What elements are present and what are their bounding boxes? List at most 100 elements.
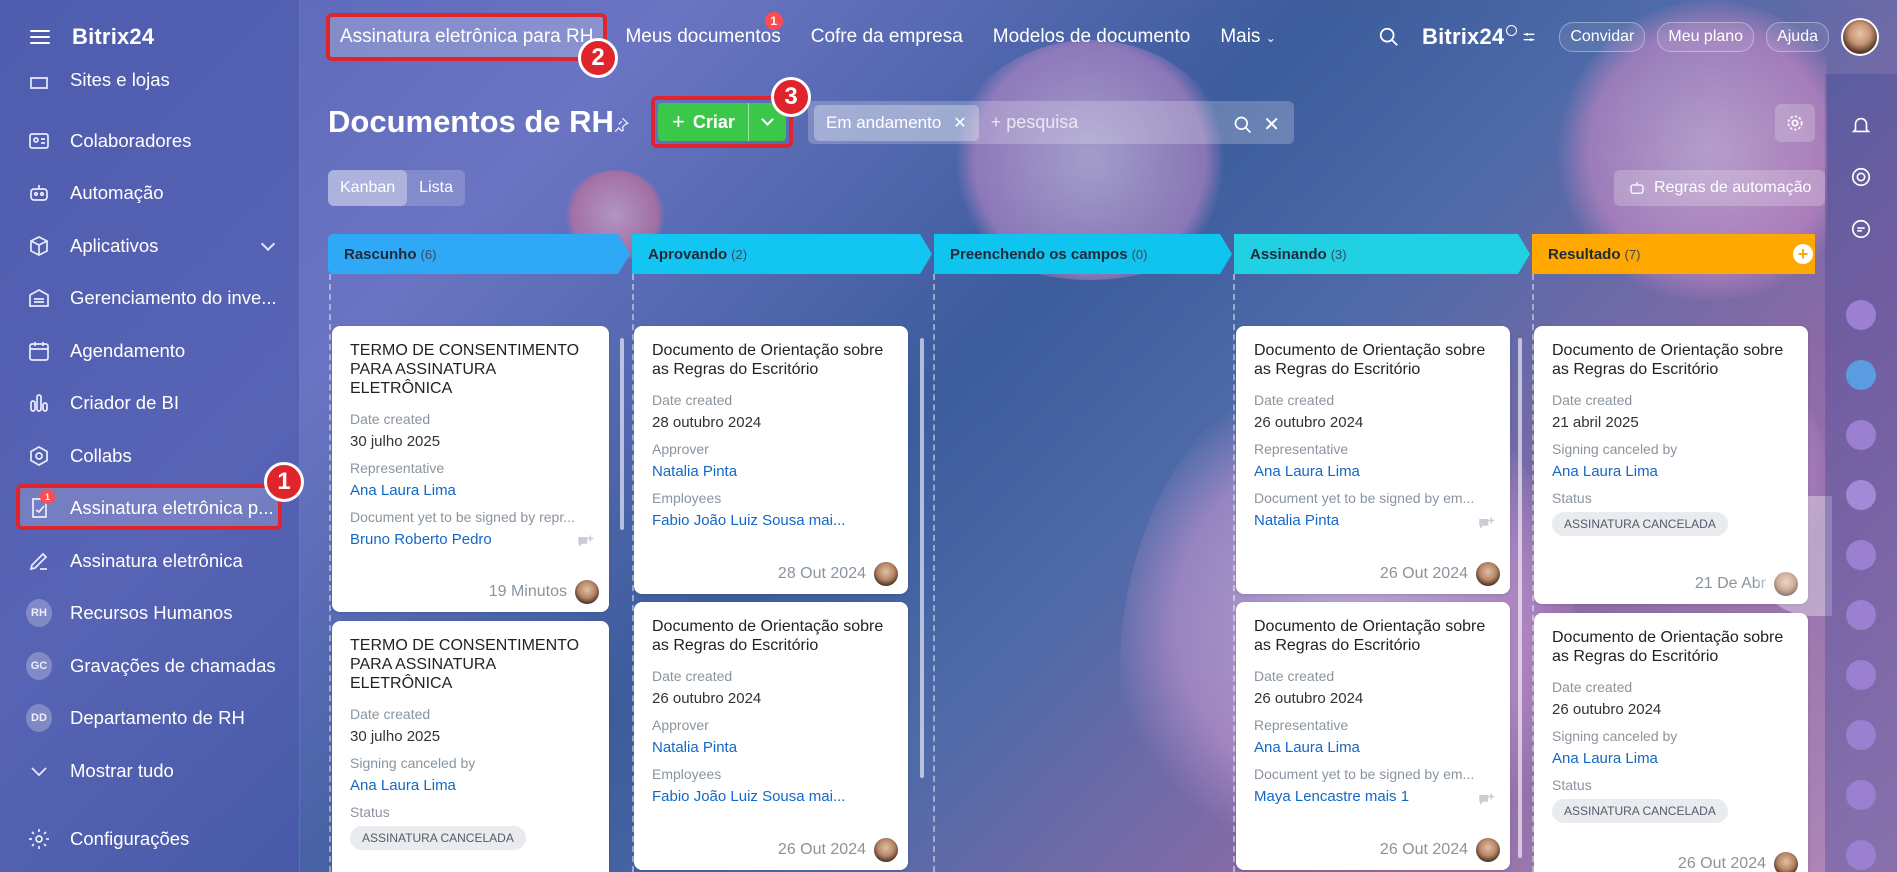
person-link[interactable]: Ana Laura Lima	[350, 777, 591, 794]
clear-icon[interactable]: ✕	[1263, 112, 1280, 137]
automation-rules-button[interactable]: Regras de automação	[1614, 170, 1826, 206]
copilot-icon[interactable]	[1846, 660, 1876, 690]
person-link[interactable]: Ana Laura Lima	[1254, 739, 1492, 756]
person-link[interactable]: Ana Laura Lima	[350, 482, 591, 499]
avatar[interactable]	[1476, 838, 1500, 862]
scrollbar[interactable]	[1518, 338, 1522, 858]
filter-search-bar[interactable]: Em andamento ✕ + pesquisa ✕	[808, 101, 1294, 144]
cube-icon	[26, 233, 52, 259]
document-icon[interactable]	[1846, 300, 1876, 330]
tab-my-documents[interactable]: Meus documentos 1	[625, 12, 783, 48]
sidebar-item-esign[interactable]: Assinatura eletrônica	[26, 541, 281, 581]
kanban-card[interactable]: Documento de Orientação sobre as Regras …	[634, 602, 908, 870]
kanban-card[interactable]: TERMO DE CONSENTIMENTO PARA ASSINATURA E…	[332, 326, 609, 612]
sidebar-item-hr[interactable]: RH Recursos Humanos	[26, 593, 281, 633]
pulse-icon[interactable]	[1846, 162, 1876, 192]
kanban-card[interactable]: Documento de Orientação sobre as Regras …	[634, 326, 908, 594]
search-icon[interactable]	[1378, 26, 1400, 48]
sidebar-item-sites[interactable]: Sites e lojas	[26, 70, 281, 90]
search-input[interactable]: + pesquisa	[991, 112, 1079, 133]
sidebar-show-all[interactable]: Mostrar tudo	[26, 751, 281, 791]
chat-icon[interactable]	[1846, 214, 1876, 244]
scrollbar[interactable]	[920, 338, 924, 778]
kanban-card[interactable]: TERMO DE CONSENTIMENTO PARA ASSINATURA E…	[332, 621, 609, 872]
document-icon[interactable]	[1846, 840, 1876, 870]
sidebar-item-bi-builder[interactable]: Criador de BI	[26, 383, 281, 423]
sidebar-settings[interactable]: Configurações	[26, 819, 281, 859]
callout-2: 2	[578, 38, 618, 78]
brand-logo-top[interactable]: Bitrix24	[1422, 24, 1504, 50]
person-link[interactable]: Natalia Pinta	[652, 463, 890, 480]
copilot-icon[interactable]	[1846, 540, 1876, 570]
right-rail	[1825, 74, 1897, 872]
user-avatar[interactable]	[1841, 18, 1879, 56]
person-link[interactable]: Bruno Roberto Pedro	[350, 531, 591, 548]
document-icon[interactable]	[1846, 420, 1876, 450]
sidebar-item-apps[interactable]: Aplicativos	[26, 226, 281, 266]
comment-add-icon[interactable]	[1476, 516, 1496, 534]
column-filling-fields[interactable]: Preenchendo os campos (0)	[934, 234, 1232, 274]
settings-button[interactable]	[1775, 104, 1815, 142]
search-icon[interactable]	[1233, 115, 1253, 135]
column-approving[interactable]: Aprovando (2)	[632, 234, 932, 274]
my-plan-button[interactable]: Meu plano	[1657, 22, 1755, 52]
person-link[interactable]: Fabio João Luiz Sousa mai...	[652, 788, 890, 805]
invite-button[interactable]: Convidar	[1559, 22, 1646, 52]
column-signing[interactable]: Assinando (3)	[1234, 234, 1530, 274]
person-link[interactable]: Ana Laura Lima	[1552, 750, 1790, 767]
avatar[interactable]	[874, 838, 898, 862]
filter-chip[interactable]: Em andamento ✕	[814, 104, 979, 141]
sliders-icon[interactable]	[1521, 29, 1537, 45]
menu-icon[interactable]	[30, 30, 50, 44]
comment-add-icon[interactable]	[575, 534, 595, 552]
tab-document-templates[interactable]: Modelos de documento	[993, 26, 1191, 48]
person-link[interactable]: Fabio João Luiz Sousa mai...	[652, 512, 890, 529]
chevron-down-icon[interactable]	[260, 236, 276, 252]
close-icon[interactable]: ✕	[953, 113, 966, 133]
person-link[interactable]: Maya Lencastre mais 1	[1254, 788, 1492, 805]
avatar[interactable]	[1476, 562, 1500, 586]
add-column-icon[interactable]: +	[1793, 244, 1813, 264]
tab-more[interactable]: Mais ⌄	[1220, 26, 1275, 48]
chevron-down-icon: ⌄	[1265, 31, 1276, 45]
calendar-icon	[26, 338, 52, 364]
avatar[interactable]	[874, 562, 898, 586]
tab-esign-hr[interactable]: Assinatura eletrônica para RH	[326, 13, 608, 61]
robot-icon	[1630, 182, 1644, 194]
bookmark-icon[interactable]	[1846, 360, 1876, 390]
document-icon[interactable]	[1846, 600, 1876, 630]
comment-add-icon[interactable]	[1476, 792, 1496, 810]
person-link[interactable]: Ana Laura Lima	[1254, 463, 1492, 480]
view-list[interactable]: Lista	[407, 170, 465, 206]
scrollbar[interactable]	[620, 338, 624, 530]
sidebar-item-esign-hr[interactable]: 1 Assinatura eletrônica p...	[26, 488, 281, 528]
kanban-card[interactable]: Documento de Orientação sobre as Regras …	[1236, 326, 1510, 594]
create-button[interactable]: + Criar	[658, 103, 786, 141]
sidebar-item-inventory[interactable]: Gerenciamento do inve...	[26, 278, 281, 318]
document-icon[interactable]	[1846, 780, 1876, 810]
tab-company-vault[interactable]: Cofre da empresa	[811, 26, 963, 48]
person-link[interactable]: Natalia Pinta	[1254, 512, 1492, 529]
pin-icon[interactable]	[612, 116, 630, 134]
bell-icon[interactable]	[1846, 110, 1876, 140]
column-result[interactable]: Resultado (7) +	[1532, 234, 1815, 274]
top-right-tools: Bitrix24 Convidar Meu plano Ajuda	[1378, 0, 1897, 74]
avatar[interactable]	[1846, 480, 1876, 510]
sidebar-item-hr-department[interactable]: DD Departamento de RH	[26, 698, 281, 738]
sidebar-item-collaborators[interactable]: Colaboradores	[26, 121, 281, 161]
sidebar-item-call-recordings[interactable]: GC Gravações de chamadas	[26, 646, 281, 686]
sidebar-item-collabs[interactable]: Collabs	[26, 436, 281, 476]
sidebar-item-scheduling[interactable]: Agendamento	[26, 331, 281, 371]
kanban-card[interactable]: Documento de Orientação sobre as Regras …	[1534, 613, 1808, 872]
view-kanban[interactable]: Kanban	[328, 170, 408, 206]
avatar[interactable]	[1774, 852, 1798, 872]
person-link[interactable]: Ana Laura Lima	[1552, 463, 1790, 480]
document-icon[interactable]	[1846, 720, 1876, 750]
brand-logo[interactable]: Bitrix24	[72, 24, 154, 50]
person-link[interactable]: Natalia Pinta	[652, 739, 890, 756]
kanban-card[interactable]: Documento de Orientação sobre as Regras …	[1236, 602, 1510, 870]
avatar[interactable]	[575, 580, 599, 604]
help-button[interactable]: Ajuda	[1766, 22, 1829, 52]
sidebar-item-automation[interactable]: Automação	[26, 173, 281, 213]
column-draft[interactable]: Rascunho (6)	[328, 234, 630, 274]
